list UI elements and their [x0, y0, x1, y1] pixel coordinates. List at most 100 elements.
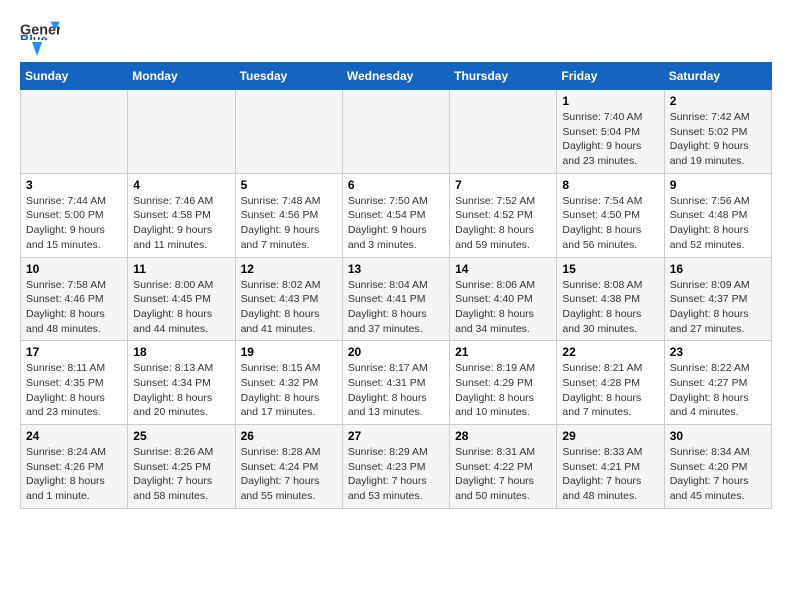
calendar-week-5: 24 Sunrise: 8:24 AM Sunset: 4:26 PM Dayli… [21, 425, 772, 509]
day-number: 2 [670, 94, 766, 108]
day-number: 15 [562, 262, 658, 276]
day-info: Sunrise: 7:52 AM Sunset: 4:52 PM Dayligh… [455, 194, 551, 253]
day-info: Sunrise: 7:54 AM Sunset: 4:50 PM Dayligh… [562, 194, 658, 253]
calendar-cell: 30 Sunrise: 8:34 AM Sunset: 4:20 PM Dayli… [664, 425, 771, 509]
calendar-cell: 15 Sunrise: 8:08 AM Sunset: 4:38 PM Dayli… [557, 257, 664, 341]
day-info: Sunrise: 7:46 AM Sunset: 4:58 PM Dayligh… [133, 194, 229, 253]
calendar-cell [450, 90, 557, 174]
day-number: 10 [26, 262, 122, 276]
calendar-cell: 6 Sunrise: 7:50 AM Sunset: 4:54 PM Daylig… [342, 173, 449, 257]
weekday-header-monday: Monday [128, 63, 235, 90]
day-info: Sunrise: 7:48 AM Sunset: 4:56 PM Dayligh… [241, 194, 337, 253]
calendar-cell: 1Sunrise: 7:40 AM Sunset: 5:04 PM Daylig… [557, 90, 664, 174]
logo-bird-icon [22, 42, 42, 56]
day-number: 11 [133, 262, 229, 276]
calendar-cell: 5 Sunrise: 7:48 AM Sunset: 4:56 PM Daylig… [235, 173, 342, 257]
calendar-cell: 26Sunrise: 8:28 AM Sunset: 4:24 PM Dayli… [235, 425, 342, 509]
weekday-header-row: SundayMondayTuesdayWednesdayThursdayFrid… [21, 63, 772, 90]
calendar-cell: 23 Sunrise: 8:22 AM Sunset: 4:27 PM Dayli… [664, 341, 771, 425]
calendar-cell [342, 90, 449, 174]
calendar-table: SundayMondayTuesdayWednesdayThursdayFrid… [20, 62, 772, 509]
day-info: Sunrise: 8:31 AM Sunset: 4:22 PM Dayligh… [455, 445, 551, 504]
calendar-cell: 8 Sunrise: 7:54 AM Sunset: 4:50 PM Daylig… [557, 173, 664, 257]
day-info: Sunrise: 8:11 AM Sunset: 4:35 PM Dayligh… [26, 361, 122, 420]
calendar-cell [235, 90, 342, 174]
calendar-cell: 9 Sunrise: 7:56 AM Sunset: 4:48 PM Daylig… [664, 173, 771, 257]
calendar-cell: 11 Sunrise: 8:00 AM Sunset: 4:45 PM Dayli… [128, 257, 235, 341]
day-number: 12 [241, 262, 337, 276]
calendar-body: 1Sunrise: 7:40 AM Sunset: 5:04 PM Daylig… [21, 90, 772, 509]
calendar-cell: 16 Sunrise: 8:09 AM Sunset: 4:37 PM Dayli… [664, 257, 771, 341]
day-info: Sunrise: 8:22 AM Sunset: 4:27 PM Dayligh… [670, 361, 766, 420]
day-number: 17 [26, 345, 122, 359]
calendar-cell: 22Sunrise: 8:21 AM Sunset: 4:28 PM Dayli… [557, 341, 664, 425]
calendar-cell: 10Sunrise: 7:58 AM Sunset: 4:46 PM Dayli… [21, 257, 128, 341]
weekday-header-wednesday: Wednesday [342, 63, 449, 90]
calendar-cell: 29 Sunrise: 8:33 AM Sunset: 4:21 PM Dayli… [557, 425, 664, 509]
day-number: 23 [670, 345, 766, 359]
day-number: 28 [455, 429, 551, 443]
weekday-header-tuesday: Tuesday [235, 63, 342, 90]
day-info: Sunrise: 8:33 AM Sunset: 4:21 PM Dayligh… [562, 445, 658, 504]
day-number: 5 [241, 178, 337, 192]
day-info: Sunrise: 8:24 AM Sunset: 4:26 PM Dayligh… [26, 445, 122, 504]
day-number: 6 [348, 178, 444, 192]
day-info: Sunrise: 8:13 AM Sunset: 4:34 PM Dayligh… [133, 361, 229, 420]
header: General Blue [20, 20, 772, 52]
day-info: Sunrise: 8:06 AM Sunset: 4:40 PM Dayligh… [455, 278, 551, 337]
weekday-header-saturday: Saturday [664, 63, 771, 90]
day-number: 14 [455, 262, 551, 276]
calendar-cell: 3Sunrise: 7:44 AM Sunset: 5:00 PM Daylig… [21, 173, 128, 257]
day-number: 3 [26, 178, 122, 192]
calendar-cell: 12 Sunrise: 8:02 AM Sunset: 4:43 PM Dayli… [235, 257, 342, 341]
day-number: 16 [670, 262, 766, 276]
day-info: Sunrise: 8:34 AM Sunset: 4:20 PM Dayligh… [670, 445, 766, 504]
day-info: Sunrise: 8:17 AM Sunset: 4:31 PM Dayligh… [348, 361, 444, 420]
calendar-cell: 24 Sunrise: 8:24 AM Sunset: 4:26 PM Dayli… [21, 425, 128, 509]
calendar-cell: 18 Sunrise: 8:13 AM Sunset: 4:34 PM Dayli… [128, 341, 235, 425]
calendar-cell: 28 Sunrise: 8:31 AM Sunset: 4:22 PM Dayli… [450, 425, 557, 509]
calendar-cell: 25Sunrise: 8:26 AM Sunset: 4:25 PM Dayli… [128, 425, 235, 509]
calendar-cell: 21 Sunrise: 8:19 AM Sunset: 4:29 PM Dayli… [450, 341, 557, 425]
calendar-cell: 27Sunrise: 8:29 AM Sunset: 4:23 PM Dayli… [342, 425, 449, 509]
svg-text:Blue: Blue [20, 32, 48, 40]
weekday-header-sunday: Sunday [21, 63, 128, 90]
calendar-cell: 14 Sunrise: 8:06 AM Sunset: 4:40 PM Dayli… [450, 257, 557, 341]
weekday-header-thursday: Thursday [450, 63, 557, 90]
calendar-cell [21, 90, 128, 174]
day-info: Sunrise: 8:15 AM Sunset: 4:32 PM Dayligh… [241, 361, 337, 420]
day-info: Sunrise: 8:09 AM Sunset: 4:37 PM Dayligh… [670, 278, 766, 337]
day-number: 29 [562, 429, 658, 443]
day-info: Sunrise: 7:42 AM Sunset: 5:02 PM Dayligh… [670, 110, 766, 169]
logo: General Blue [20, 20, 60, 52]
day-number: 30 [670, 429, 766, 443]
day-info: Sunrise: 8:08 AM Sunset: 4:38 PM Dayligh… [562, 278, 658, 337]
day-info: Sunrise: 8:04 AM Sunset: 4:41 PM Dayligh… [348, 278, 444, 337]
day-number: 20 [348, 345, 444, 359]
day-info: Sunrise: 8:02 AM Sunset: 4:43 PM Dayligh… [241, 278, 337, 337]
calendar-cell: 2 Sunrise: 7:42 AM Sunset: 5:02 PM Daylig… [664, 90, 771, 174]
day-number: 9 [670, 178, 766, 192]
day-number: 13 [348, 262, 444, 276]
day-info: Sunrise: 8:19 AM Sunset: 4:29 PM Dayligh… [455, 361, 551, 420]
day-number: 21 [455, 345, 551, 359]
calendar-cell: 17 Sunrise: 8:11 AM Sunset: 4:35 PM Dayli… [21, 341, 128, 425]
calendar-week-2: 3Sunrise: 7:44 AM Sunset: 5:00 PM Daylig… [21, 173, 772, 257]
day-number: 24 [26, 429, 122, 443]
day-info: Sunrise: 7:56 AM Sunset: 4:48 PM Dayligh… [670, 194, 766, 253]
day-info: Sunrise: 8:00 AM Sunset: 4:45 PM Dayligh… [133, 278, 229, 337]
day-number: 18 [133, 345, 229, 359]
day-number: 7 [455, 178, 551, 192]
day-number: 22 [562, 345, 658, 359]
calendar-week-3: 10Sunrise: 7:58 AM Sunset: 4:46 PM Dayli… [21, 257, 772, 341]
calendar-cell: 13 Sunrise: 8:04 AM Sunset: 4:41 PM Dayli… [342, 257, 449, 341]
calendar-cell: 20 Sunrise: 8:17 AM Sunset: 4:31 PM Dayli… [342, 341, 449, 425]
calendar-cell: 19Sunrise: 8:15 AM Sunset: 4:32 PM Dayli… [235, 341, 342, 425]
logo-icon: General Blue [20, 20, 60, 40]
day-number: 8 [562, 178, 658, 192]
day-info: Sunrise: 7:40 AM Sunset: 5:04 PM Dayligh… [562, 110, 658, 169]
day-info: Sunrise: 7:50 AM Sunset: 4:54 PM Dayligh… [348, 194, 444, 253]
day-number: 25 [133, 429, 229, 443]
day-number: 27 [348, 429, 444, 443]
calendar-week-1: 1Sunrise: 7:40 AM Sunset: 5:04 PM Daylig… [21, 90, 772, 174]
